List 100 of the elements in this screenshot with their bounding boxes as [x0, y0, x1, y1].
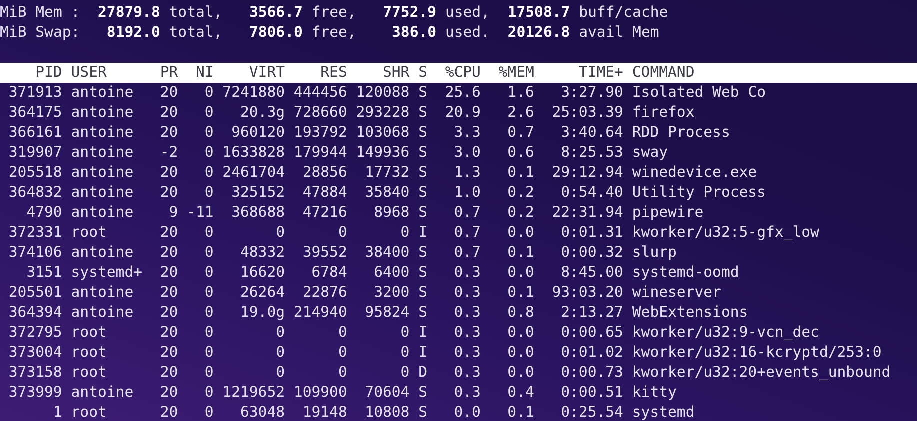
process-virt-cell-text: 0	[275, 363, 286, 383]
process-pid-cell-text: 371913	[8, 83, 62, 103]
process-state-cell: I	[418, 323, 428, 343]
process-priority-cell-text: 20	[159, 123, 178, 143]
process-virt-cell-text: 0	[275, 343, 286, 363]
process-command-cell: systemd-oomd	[632, 263, 740, 283]
process-res-cell: 109900	[294, 383, 348, 403]
process-pid-cell-text: 3151	[26, 263, 62, 283]
process-command-cell: firefox	[632, 103, 695, 123]
process-virt-cell-text: 19.0g	[239, 303, 286, 323]
process-shr-cell-text: 17732	[364, 163, 410, 183]
process-mem-cell-text: 0.8	[506, 303, 534, 323]
process-mem-cell-text: 0.2	[506, 203, 534, 223]
process-priority-cell-text: 20	[159, 283, 178, 303]
process-state-cell: D	[418, 363, 428, 383]
process-nice-cell-text: 0	[204, 143, 214, 163]
process-mem-cell-text: 0.1	[506, 243, 534, 263]
process-command-cell: kworker/u32:5-gfx_low	[632, 223, 820, 243]
process-res-cell-text: 47216	[302, 203, 348, 223]
column-header: SHR	[382, 63, 410, 83]
process-user-cell-text: antoine	[71, 123, 135, 143]
process-state-cell: S	[418, 103, 428, 123]
process-time-cell-text: 22:31.94	[551, 203, 624, 223]
column-header: NI	[194, 63, 214, 83]
process-res-cell: 214940	[294, 303, 348, 323]
process-cpu-cell-text: 0.3	[453, 263, 481, 283]
process-pid-cell-text: 205501	[8, 283, 62, 303]
process-state-cell: S	[418, 283, 428, 303]
process-user-cell-text: antoine	[71, 203, 135, 223]
process-nice-cell: -11	[187, 203, 214, 223]
process-cpu-cell-text: 0.7	[453, 243, 481, 263]
process-nice-cell-text: 0	[204, 343, 214, 363]
process-priority-cell-text: 9	[168, 203, 178, 223]
process-virt-cell: 1633828	[222, 143, 286, 163]
process-res-cell-text: 22876	[302, 283, 348, 303]
process-nice-cell-text: 0	[204, 263, 214, 283]
process-priority-cell-text: 20	[159, 403, 178, 421]
process-priority-cell-text: 20	[159, 263, 178, 283]
process-user-cell-text: antoine	[71, 383, 135, 403]
process-user-cell-text: root	[71, 343, 108, 363]
process-time-cell-text: 0:00.32	[560, 243, 624, 263]
process-priority-cell-text: 20	[159, 343, 178, 363]
process-priority-cell-text: 20	[159, 243, 178, 263]
process-virt-cell-text: 16620	[239, 263, 286, 283]
process-nice-cell-text: 0	[204, 303, 214, 323]
process-user-cell: systemd+	[71, 263, 143, 283]
process-res-cell: 444456	[294, 83, 348, 103]
process-pid-cell-text: 1	[52, 403, 62, 421]
process-virt-cell-text: 960120	[230, 123, 286, 143]
process-mem-cell-text: 0.4	[506, 383, 534, 403]
process-time-cell-text: 3:40.64	[560, 123, 624, 143]
process-mem-cell-text: 0.7	[506, 123, 534, 143]
process-mem-cell-text: 0.2	[506, 183, 534, 203]
process-state-cell: S	[418, 383, 428, 403]
process-time-cell-text: 0:00.51	[560, 383, 624, 403]
process-command-cell: slurp	[632, 243, 677, 263]
process-time-cell-text: 25:03.39	[551, 103, 624, 123]
memory-summary-line: MiB Swap: 8192.0 total, 7806.0 free, 386.0 used. 20126.8 avail Mem	[0, 23, 660, 43]
process-mem-cell-text: 0.0	[506, 363, 534, 383]
process-command-cell: kworker/u32:16-kcryptd/253:0	[632, 343, 882, 363]
process-res-cell-text: 0	[337, 363, 348, 383]
process-state-cell: S	[418, 143, 428, 163]
process-virt-cell-text: 20.3g	[239, 103, 286, 123]
process-state-cell: S	[418, 263, 428, 283]
process-res-cell: 179944	[294, 143, 348, 163]
process-user-cell-text: root	[71, 403, 108, 421]
process-res-cell-text: 0	[337, 223, 348, 243]
process-shr-cell: 120088	[356, 83, 410, 103]
process-shr-cell-text: 95824	[364, 303, 410, 323]
process-user-cell-text: antoine	[71, 163, 135, 183]
process-res-cell-text: 28856	[302, 163, 348, 183]
process-pid-cell-text: 366161	[8, 123, 62, 143]
process-pid-cell-text: 373158	[8, 363, 62, 383]
process-command-cell: Utility Process	[632, 183, 766, 203]
process-res-cell: 193792	[294, 123, 348, 143]
process-command-cell: kworker/u32:9-vcn_dec	[632, 323, 820, 343]
process-state-cell: S	[418, 123, 428, 143]
process-shr-cell-text: 10808	[364, 403, 410, 421]
process-nice-cell-text: 0	[204, 383, 214, 403]
process-state-cell: S	[418, 163, 428, 183]
process-virt-cell-text: 48332	[239, 243, 286, 263]
process-res-cell-text: 6784	[310, 263, 348, 283]
process-shr-cell-text: 70604	[364, 383, 410, 403]
process-cpu-cell-text: 0.7	[453, 203, 481, 223]
process-shr-cell-text: 3200	[373, 283, 410, 303]
process-cpu-cell-text: 3.3	[453, 123, 481, 143]
process-state-cell: S	[418, 183, 428, 203]
column-header: %CPU	[444, 63, 481, 83]
process-priority-cell-text: -2	[159, 143, 178, 163]
process-command-cell: Isolated Web Co	[632, 83, 766, 103]
process-cpu-cell-text: 0.3	[453, 323, 481, 343]
process-time-cell-text: 0:25.54	[560, 403, 624, 421]
process-priority-cell-text: 20	[159, 303, 178, 323]
process-time-cell-text: 0:54.40	[560, 183, 624, 203]
process-nice-cell-text: 0	[204, 323, 214, 343]
process-nice-cell-text: 0	[204, 283, 214, 303]
process-state-cell: S	[418, 83, 428, 103]
process-state-cell: S	[418, 303, 428, 323]
process-user-cell-text: antoine	[71, 283, 135, 303]
process-user-cell-text: antoine	[71, 143, 135, 163]
